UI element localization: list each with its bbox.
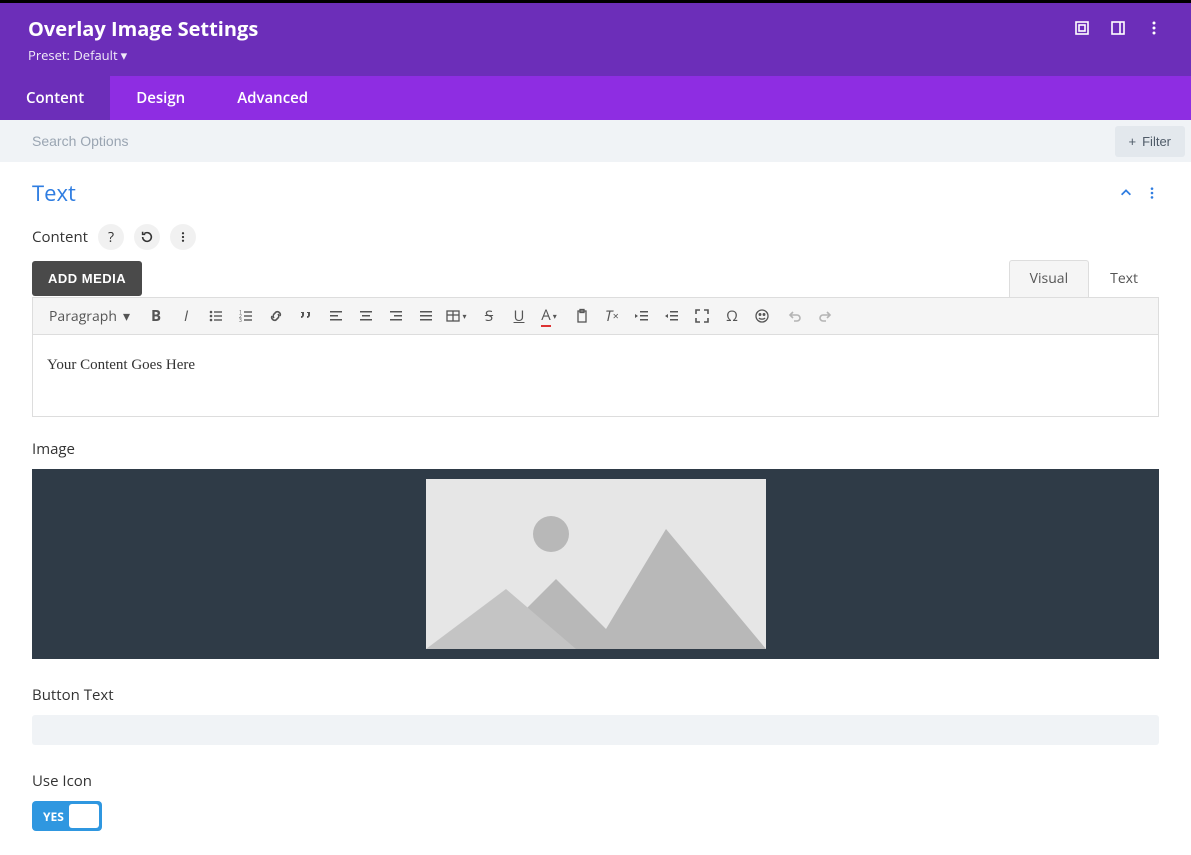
use-icon-toggle[interactable]: YES (32, 801, 102, 831)
search-input[interactable] (32, 133, 332, 149)
button-text-input[interactable] (32, 715, 1159, 745)
settings-tabs: Content Design Advanced (0, 76, 1191, 120)
format-label: Paragraph (49, 307, 117, 326)
caret-down-icon: ▾ (123, 307, 130, 326)
button-text-label: Button Text (32, 685, 1159, 705)
bullet-list-icon[interactable] (202, 302, 230, 330)
more-vertical-icon[interactable] (1145, 19, 1163, 37)
expand-icon[interactable] (1073, 19, 1091, 37)
align-right-icon[interactable] (382, 302, 410, 330)
align-center-icon[interactable] (352, 302, 380, 330)
section-title: Text (32, 178, 76, 208)
plus-icon: + (1129, 134, 1137, 149)
editor-tab-visual[interactable]: Visual (1009, 260, 1089, 297)
toggle-knob (69, 804, 99, 828)
format-dropdown[interactable]: Paragraph ▾ (39, 303, 140, 330)
numbered-list-icon[interactable]: 123 (232, 302, 260, 330)
bold-icon[interactable]: B (142, 302, 170, 330)
use-icon-label: Use Icon (32, 771, 1159, 791)
tab-advanced[interactable]: Advanced (211, 76, 334, 120)
preset-dropdown[interactable]: Preset: Default ▾ (28, 46, 258, 64)
special-char-icon[interactable]: Ω (718, 302, 746, 330)
add-media-button[interactable]: ADD MEDIA (32, 261, 142, 296)
underline-icon[interactable]: U (505, 302, 533, 330)
align-left-icon[interactable] (322, 302, 350, 330)
italic-icon[interactable]: I (172, 302, 200, 330)
tab-content[interactable]: Content (0, 76, 110, 120)
section-header: Text (0, 162, 1191, 212)
emoji-icon[interactable] (748, 302, 776, 330)
paste-icon[interactable] (568, 302, 596, 330)
image-field-label: Image (32, 439, 1159, 459)
indent-icon[interactable] (658, 302, 686, 330)
preset-label: Preset: Default (28, 46, 118, 64)
quote-icon[interactable] (292, 302, 320, 330)
modal-title: Overlay Image Settings (28, 15, 258, 42)
caret-down-icon: ▾ (121, 46, 128, 64)
panel-icon[interactable] (1109, 19, 1127, 37)
text-color-icon[interactable]: A▾ (535, 302, 563, 330)
undo-icon[interactable] (781, 302, 809, 330)
more-vertical-icon[interactable] (1145, 186, 1159, 200)
editor-tab-text[interactable]: Text (1089, 260, 1159, 297)
tab-design[interactable]: Design (110, 76, 211, 120)
strikethrough-icon[interactable]: S (475, 302, 503, 330)
align-justify-icon[interactable] (412, 302, 440, 330)
chevron-up-icon[interactable] (1119, 186, 1133, 200)
image-placeholder-icon (426, 479, 766, 649)
link-icon[interactable] (262, 302, 290, 330)
table-icon[interactable]: ▾ (442, 302, 470, 330)
editor-textarea[interactable]: Your Content Goes Here (32, 334, 1159, 417)
help-icon[interactable]: ? (98, 224, 124, 250)
clear-format-icon[interactable]: T✕ (598, 302, 626, 330)
reset-icon[interactable] (134, 224, 160, 250)
toggle-value: YES (43, 808, 64, 825)
filter-label: Filter (1142, 134, 1171, 149)
search-bar: + Filter (0, 120, 1191, 162)
editor-toolbar: Paragraph ▾ B I 123 ▾ S U A▾ T✕ Ω (32, 297, 1159, 334)
more-vertical-icon[interactable] (170, 224, 196, 250)
svg-text:3: 3 (239, 318, 242, 324)
outdent-icon[interactable] (628, 302, 656, 330)
image-upload-area[interactable] (32, 469, 1159, 659)
filter-button[interactable]: + Filter (1115, 126, 1185, 157)
redo-icon[interactable] (811, 302, 839, 330)
modal-header: Overlay Image Settings Preset: Default ▾ (0, 3, 1191, 76)
fullscreen-icon[interactable] (688, 302, 716, 330)
content-field-label: Content (32, 227, 88, 247)
